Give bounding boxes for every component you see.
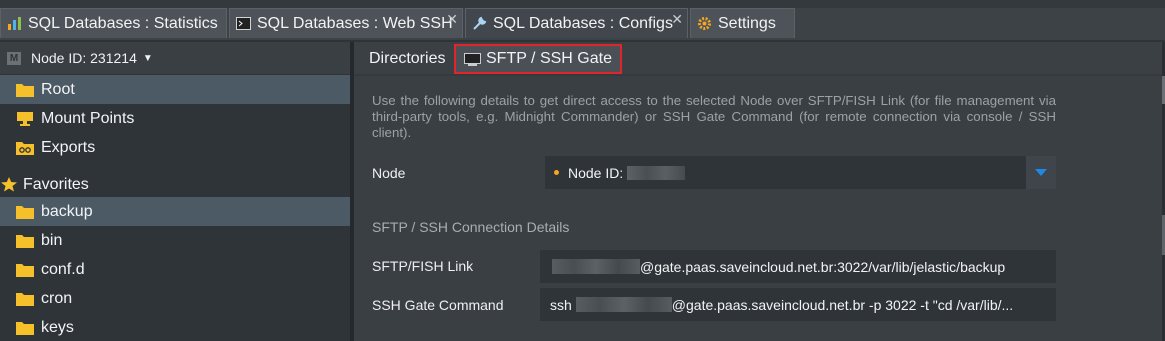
window-tab-bar: SQL Databases : Statistics SQL Databases… (0, 0, 1165, 40)
sftp-link-label: SFTP/FISH Link (372, 258, 474, 274)
exports-icon (16, 142, 34, 155)
folder-icon (16, 206, 34, 219)
tree-item-label: Exports (41, 138, 96, 156)
tab-directories-label: Directories (369, 50, 446, 67)
ssh-command-prefix: ssh (550, 296, 572, 313)
node-select[interactable]: Node ID: (545, 156, 1056, 189)
tree-item-favorites[interactable]: Favorites (0, 170, 350, 199)
main-panel: Directories SFTP / SSH Gate Use the foll… (354, 42, 1165, 341)
tab-settings[interactable]: Settings (690, 8, 795, 38)
subtab-bar: Directories SFTP / SSH Gate (354, 42, 1165, 74)
ssh-command-value: @gate.paas.saveincloud.net.br -p 3022 -t… (671, 296, 1014, 313)
chevron-down-icon (1035, 168, 1047, 176)
terminal-icon (464, 52, 481, 66)
gear-icon (698, 17, 711, 30)
folder-icon (16, 293, 34, 306)
close-icon[interactable]: ✕ (446, 12, 458, 26)
redacted-value (552, 259, 640, 274)
node-field-label: Node (372, 165, 406, 181)
tab-sftp-ssh-gate[interactable]: SFTP / SSH Gate (454, 44, 622, 74)
sftp-link-field[interactable]: @gate.paas.saveincloud.net.br:3022/var/l… (540, 250, 1056, 283)
tree-item-label: backup (41, 202, 93, 220)
tab-sftp-ssh-gate-label: SFTP / SSH Gate (486, 50, 612, 67)
tab-statistics[interactable]: SQL Databases : Statistics (0, 8, 227, 38)
section-title: SFTP / SSH Connection Details (372, 219, 570, 235)
star-icon (1, 177, 17, 192)
caret-down-icon: ▼ (142, 52, 153, 64)
node-icon: M (7, 51, 21, 65)
wrench-icon (473, 16, 487, 30)
sftp-link-value: @gate.paas.saveincloud.net.br:3022/var/l… (640, 258, 1006, 275)
tree-item-label: conf.d (41, 260, 85, 278)
redacted-value (627, 165, 686, 180)
tab-bar-strip (0, 0, 1165, 8)
description-text: Use the following details to get direct … (372, 93, 1056, 140)
folder-icon (16, 322, 34, 335)
tab-directories[interactable]: Directories (369, 44, 445, 74)
tab-statistics-label: SQL Databases : Statistics (28, 14, 218, 32)
tab-settings-label: Settings (718, 14, 776, 32)
node-selector-label: Node ID: 231214 (31, 50, 137, 66)
ssh-command-label: SSH Gate Command (372, 297, 504, 313)
tree-item-keys[interactable]: keys (0, 313, 350, 341)
dropdown-button[interactable] (1026, 156, 1056, 189)
close-icon[interactable]: ✕ (671, 12, 683, 26)
tab-configs-label: SQL Databases : Configs (493, 14, 673, 32)
tree-item-cron[interactable]: cron (0, 284, 350, 313)
tree-item-bin[interactable]: bin (0, 226, 350, 255)
sidebar: M Node ID: 231214 ▼ Root Mount Points Ex… (0, 42, 350, 341)
chart-icon (8, 17, 21, 30)
mount-icon (17, 112, 33, 126)
tree-item-label: Favorites (23, 175, 89, 193)
tree-item-label: keys (41, 318, 74, 336)
tree-item-mount-points[interactable]: Mount Points (0, 104, 350, 133)
tree-item-root[interactable]: Root (0, 75, 350, 104)
tree-item-label: Root (41, 80, 75, 98)
folder-icon (16, 264, 34, 277)
tree-item-backup[interactable]: backup (0, 197, 350, 226)
status-dot (554, 170, 559, 175)
tree-item-label: bin (41, 231, 63, 249)
terminal-icon (236, 17, 251, 30)
sftp-ssh-content: Use the following details to get direct … (354, 76, 1162, 341)
node-selector[interactable]: M Node ID: 231214 ▼ (0, 42, 350, 74)
tree-item-conf-d[interactable]: conf.d (0, 255, 350, 284)
redacted-value (575, 297, 672, 312)
folder-icon (16, 84, 34, 97)
tab-configs[interactable]: SQL Databases : Configs ✕ (465, 8, 688, 38)
tree-item-label: Mount Points (41, 109, 135, 127)
tree-item-label: cron (41, 289, 73, 307)
folder-icon (16, 235, 34, 248)
tab-web-ssh[interactable]: SQL Databases : Web SSH ✕ (229, 8, 463, 38)
ssh-command-field[interactable]: ssh @gate.paas.saveincloud.net.br -p 302… (540, 288, 1056, 321)
node-select-value: Node ID: (568, 164, 624, 181)
tab-web-ssh-label: SQL Databases : Web SSH (257, 14, 453, 32)
tree-item-exports[interactable]: Exports (0, 133, 350, 162)
